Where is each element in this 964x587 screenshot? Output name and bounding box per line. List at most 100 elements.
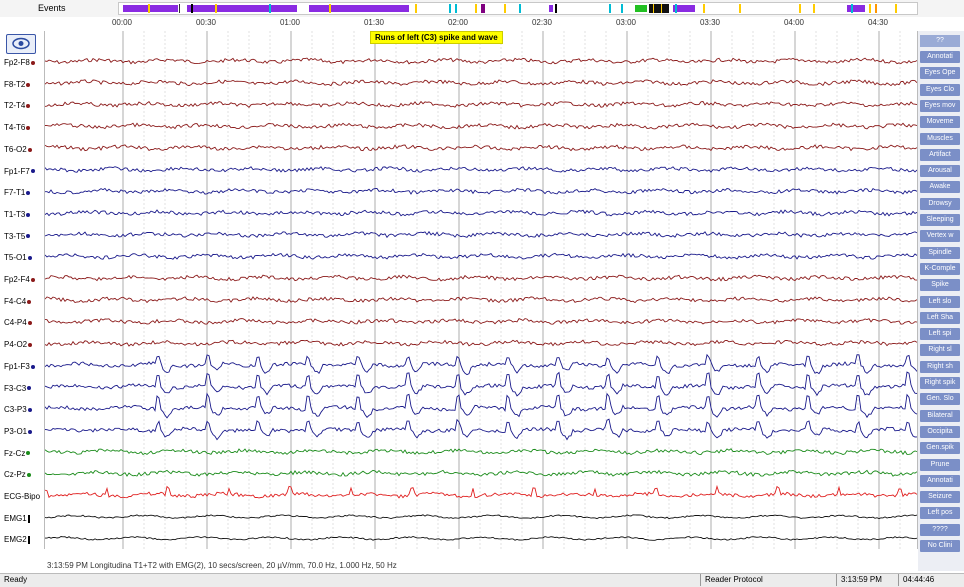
eeg-trace bbox=[45, 187, 918, 195]
help-button[interactable]: ?? bbox=[920, 35, 960, 47]
status-clock: 3:13:59 PM bbox=[836, 574, 897, 586]
channel-label[interactable]: EMG1 bbox=[4, 514, 30, 523]
channel-dot-icon bbox=[28, 429, 33, 434]
status-bar: Ready Reader Protocol 3:13:59 PM 04:44:4… bbox=[0, 573, 964, 587]
channel-label-text: EMG1 bbox=[4, 513, 27, 523]
channel-dot-icon bbox=[27, 408, 32, 413]
time-tick: 02:00 bbox=[447, 18, 469, 27]
eeg-trace bbox=[44, 353, 918, 376]
status-protocol: Reader Protocol bbox=[700, 574, 789, 586]
eeg-trace-area[interactable] bbox=[44, 31, 918, 549]
time-tick: 02:30 bbox=[531, 18, 553, 27]
channel-label-text: Fp1-F7 bbox=[4, 166, 30, 176]
channel-label-text: C3-P3 bbox=[4, 405, 27, 415]
annotation-button[interactable]: Eyes Clo bbox=[920, 83, 960, 96]
annotation-button[interactable]: Eyes Ope bbox=[920, 67, 960, 80]
channel-label-text: T5-O1 bbox=[4, 253, 27, 263]
annotation-button[interactable]: No Clini bbox=[920, 540, 960, 552]
channel-label[interactable]: T5-O1 bbox=[4, 253, 32, 262]
channel-label[interactable]: P4-O2 bbox=[4, 340, 33, 349]
channel-dot-icon bbox=[27, 147, 32, 152]
channel-label[interactable]: EMG2 bbox=[4, 535, 30, 544]
annotation-button[interactable]: Spike bbox=[920, 279, 960, 292]
channel-label[interactable]: Fp2-F4 bbox=[4, 275, 35, 284]
annotation-button[interactable]: Muscles bbox=[920, 132, 960, 145]
time-tick: 01:30 bbox=[363, 18, 385, 27]
eeg-trace bbox=[44, 79, 918, 87]
time-ruler[interactable]: 00:00 00:30 01:00 01:30 02:00 02:30 03:0… bbox=[0, 17, 964, 31]
channel-label[interactable]: Cz-Pz bbox=[4, 470, 31, 479]
annotation-button[interactable]: Left Sha bbox=[920, 311, 960, 324]
annotation-button[interactable]: Annotati bbox=[920, 474, 960, 487]
annotation-button[interactable]: Left spi bbox=[920, 328, 960, 341]
annotation-button[interactable]: Left pos bbox=[920, 507, 960, 520]
status-duration: 04:44:46 bbox=[898, 574, 959, 586]
channel-label-text: Fz-Cz bbox=[4, 448, 26, 458]
annotation-button[interactable]: Drowsy bbox=[920, 197, 960, 210]
time-tick: 03:00 bbox=[615, 18, 637, 27]
channel-label-text: EMG2 bbox=[4, 535, 27, 545]
eeg-trace bbox=[44, 318, 918, 325]
annotation-button[interactable]: Right sh bbox=[920, 360, 960, 373]
annotation-button[interactable]: Right spik bbox=[920, 377, 960, 389]
annotation-button[interactable]: Gen. Slo bbox=[920, 393, 960, 406]
channel-label[interactable]: P3-O1 bbox=[4, 427, 33, 436]
channel-label[interactable]: Fz-Cz bbox=[4, 448, 31, 458]
channel-label[interactable]: Fp1-F3 bbox=[4, 362, 35, 371]
channel-dot-icon bbox=[26, 82, 31, 87]
channel-label[interactable]: T6-O2 bbox=[4, 145, 32, 154]
annotation-button[interactable]: Seizure bbox=[920, 491, 960, 504]
channel-dot-icon bbox=[30, 277, 35, 282]
channel-label-text: F4-C4 bbox=[4, 296, 27, 306]
eeg-trace bbox=[44, 418, 918, 441]
eeg-trace bbox=[45, 536, 918, 541]
annotation-button[interactable]: Gen.spik bbox=[920, 442, 960, 455]
time-tick: 04:30 bbox=[867, 18, 889, 27]
channel-label-text: Fp2-F4 bbox=[4, 275, 30, 284]
channel-label[interactable]: ECG-Bipo bbox=[4, 492, 40, 501]
annotation-button[interactable]: Right sl bbox=[920, 344, 960, 357]
time-tick: 00:00 bbox=[111, 18, 133, 27]
eeg-trace bbox=[44, 448, 918, 456]
eeg-trace bbox=[44, 209, 918, 217]
event-annotation-label[interactable]: Runs of left (C3) spike and wave bbox=[370, 31, 503, 44]
annotation-button[interactable]: K-Comple bbox=[920, 262, 960, 275]
annotation-button[interactable]: Vertex w bbox=[920, 230, 960, 243]
channel-label[interactable]: T4-T6 bbox=[4, 123, 31, 133]
channel-label-text: T4-T6 bbox=[4, 123, 26, 133]
view-toggle-button[interactable] bbox=[6, 34, 36, 54]
channel-label[interactable]: C3-P3 bbox=[4, 405, 32, 414]
time-tick: 00:30 bbox=[195, 18, 217, 27]
channel-dot-icon bbox=[26, 212, 31, 217]
channel-label-text: ECG-Bipo bbox=[4, 492, 41, 501]
channel-label[interactable]: F7-T1 bbox=[4, 188, 31, 197]
channel-label[interactable]: T3-T5 bbox=[4, 232, 31, 241]
annotation-button[interactable]: Prune bbox=[920, 458, 960, 471]
annotation-button[interactable]: Arousal bbox=[920, 165, 960, 178]
annotation-button[interactable]: Occipita bbox=[920, 425, 960, 438]
channel-label[interactable]: Fp2-F8 bbox=[4, 58, 35, 67]
events-label: Events bbox=[38, 3, 66, 13]
channel-dot-icon bbox=[26, 451, 31, 456]
annotation-button[interactable]: Left slo bbox=[920, 295, 960, 308]
annotation-button[interactable]: Awake bbox=[920, 181, 960, 194]
annotation-button[interactable]: Bilateral bbox=[920, 409, 960, 422]
annotation-button[interactable]: Eyes mov bbox=[920, 99, 960, 112]
channel-label[interactable]: F3-C3 bbox=[4, 384, 32, 393]
annotation-button[interactable]: Sleeping bbox=[920, 214, 960, 226]
channel-label[interactable]: F4-C4 bbox=[4, 296, 32, 306]
eeg-trace bbox=[44, 166, 918, 173]
channel-label[interactable]: F8-T2 bbox=[4, 80, 31, 89]
annotation-button[interactable]: Spindle bbox=[920, 246, 960, 259]
annotation-button[interactable]: Annotati bbox=[920, 51, 960, 63]
channel-label[interactable]: C4-P4 bbox=[4, 318, 32, 327]
channel-label[interactable]: T1-T3 bbox=[4, 210, 31, 219]
annotation-button[interactable]: ???? bbox=[920, 523, 960, 536]
channel-label[interactable]: T2-T4 bbox=[4, 101, 31, 110]
channel-label[interactable]: Fp1-F7 bbox=[4, 167, 35, 176]
channel-dot-icon bbox=[26, 125, 31, 130]
annotation-button[interactable]: Moveme bbox=[920, 116, 960, 129]
annotation-button[interactable]: Artifact bbox=[920, 148, 960, 161]
channel-dot-icon bbox=[27, 299, 32, 304]
event-timeline[interactable] bbox=[118, 2, 918, 15]
